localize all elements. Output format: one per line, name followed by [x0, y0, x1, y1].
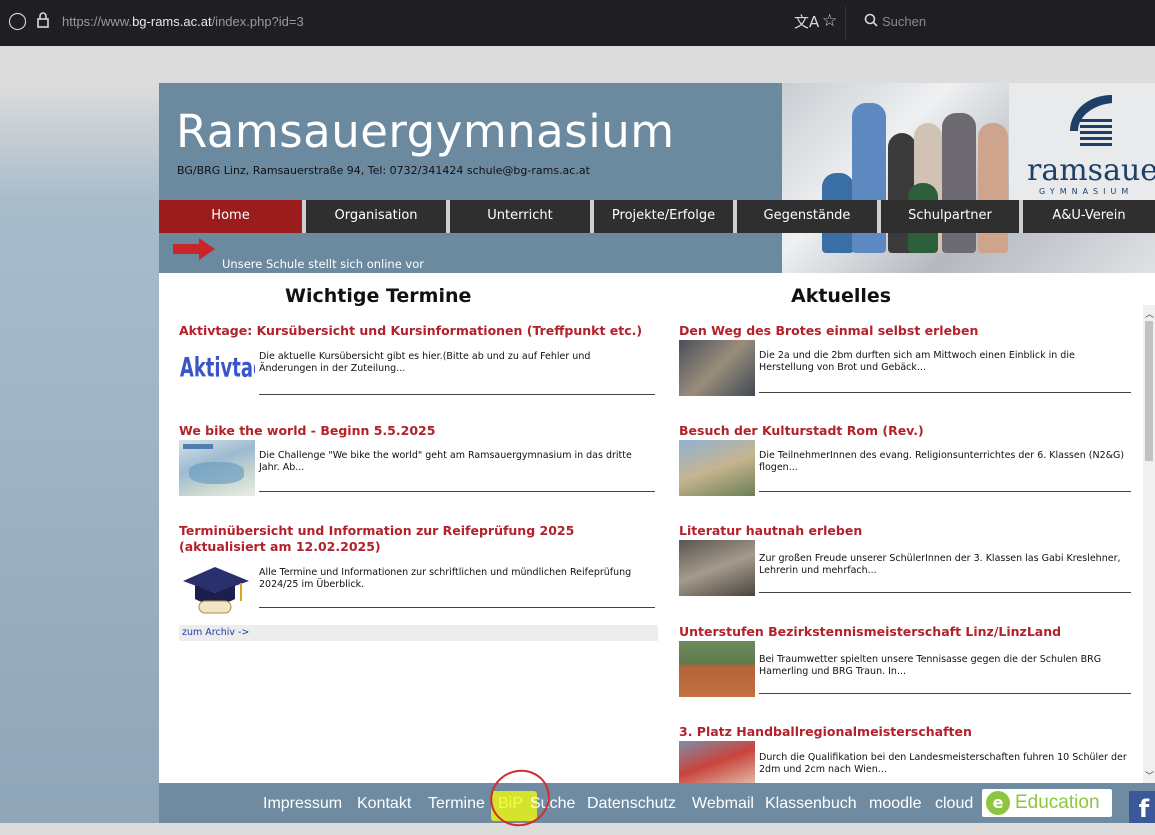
news-text: Die 2a und die 2bm durften sich am Mittw…	[759, 350, 1075, 373]
url-domain: bg-rams.ac.at	[132, 14, 212, 29]
url-path: /index.php?id=3	[211, 14, 304, 29]
news-thumbnail[interactable]	[679, 540, 755, 596]
logo-subtext: GYMNASIUM	[1039, 187, 1134, 196]
aktuelles-heading: Aktuelles	[791, 285, 892, 307]
news-title[interactable]: Den Weg des Brotes einmal selbst erleben	[679, 323, 1134, 339]
translate-icon[interactable]: 文A	[794, 11, 819, 32]
facebook-icon[interactable]: f	[1129, 791, 1155, 823]
news-title[interactable]: Unterstufen Bezirkstennismeisterschaft L…	[679, 624, 1134, 640]
graduation-cap-icon[interactable]	[179, 561, 255, 617]
footer-link-termine[interactable]: Termine	[428, 795, 485, 813]
education-label: Education	[1015, 792, 1100, 813]
url-prefix: https://www.	[62, 14, 133, 29]
nav-gegenstaende[interactable]: Gegenstände	[737, 200, 877, 233]
termin-thumbnail[interactable]: Aktivtage	[179, 347, 278, 403]
news-text: Die TeilnehmerInnen des evang. Religions…	[759, 450, 1125, 473]
news-thumbnail[interactable]	[679, 440, 755, 496]
news-text: Bei Traumwetter spielten unsere Tennisas…	[759, 654, 1102, 677]
search-input[interactable]: Suchen	[882, 14, 926, 29]
termine-heading: Wichtige Termine	[285, 285, 472, 307]
nav-schulpartner[interactable]: Schulpartner	[881, 200, 1019, 233]
site-title[interactable]: Ramsauergymnasium	[176, 105, 675, 158]
chevron-up-icon[interactable]: ︿	[1145, 307, 1154, 320]
school-logo[interactable]: ramsauer GYMNASIUM	[1009, 83, 1155, 203]
item-divider	[759, 693, 1131, 694]
footer-link-cloud[interactable]: cloud	[935, 795, 973, 813]
news-thumbnail[interactable]	[679, 741, 755, 783]
termin-title[interactable]: Terminübersicht und Information zur Reif…	[179, 523, 609, 555]
photo-person	[978, 123, 1008, 253]
item-divider	[759, 592, 1131, 593]
termin-text: Alle Termine und Informationen zur schri…	[259, 567, 632, 590]
education-badge[interactable]: e Education	[982, 789, 1112, 817]
site-contact: BG/BRG Linz, Ramsauerstraße 94, Tel: 073…	[177, 164, 590, 177]
news-item: Besuch der Kulturstadt Rom (Rev.) Die Te…	[679, 423, 1134, 503]
nav-au-verein[interactable]: A&U-Verein	[1023, 200, 1155, 233]
news-item: Den Weg des Brotes einmal selbst erleben…	[679, 323, 1134, 403]
news-title[interactable]: 3. Platz Handballregionalmeisterschaften	[679, 724, 1134, 740]
footer-link-klassenbuch[interactable]: Klassenbuch	[765, 795, 857, 813]
news-thumbnail[interactable]	[679, 641, 755, 697]
item-divider	[759, 491, 1131, 492]
item-divider	[759, 392, 1131, 393]
page-scrollbar[interactable]: ︿ ﹀	[1143, 305, 1155, 783]
nav-projekte[interactable]: Projekte/Erfolge	[594, 200, 733, 233]
termin-text: Die Challenge "We bike the world" geht a…	[259, 450, 632, 473]
scrollbar-thumb[interactable]	[1145, 321, 1153, 461]
chevron-down-icon[interactable]: ﹀	[1145, 769, 1154, 782]
news-title[interactable]: Besuch der Kulturstadt Rom (Rev.)	[679, 423, 1134, 439]
termin-item: Aktivtage: Kursübersicht und Kursinforma…	[179, 323, 655, 403]
tagline: Unsere Schule stellt sich online vor	[222, 257, 424, 271]
url-field[interactable]: https://www.bg-rams.ac.at/index.php?id=3	[62, 14, 304, 29]
archive-link[interactable]: zum Archiv ->	[179, 625, 658, 641]
education-logo-icon: e	[986, 791, 1010, 815]
site-footer: Impressum Kontakt Termine BiP Suche Date…	[159, 783, 1155, 823]
main-nav: Home Organisation Unterricht Projekte/Er…	[159, 200, 1155, 233]
footer-link-impressum[interactable]: Impressum	[263, 795, 342, 813]
bookmark-star-icon[interactable]: ☆	[822, 11, 837, 31]
nav-home[interactable]: Home	[159, 200, 302, 233]
lock-icon[interactable]	[36, 11, 50, 34]
nav-organisation[interactable]: Organisation	[306, 200, 446, 233]
item-divider	[259, 607, 655, 608]
news-title[interactable]: Literatur hautnah erleben	[679, 523, 1134, 539]
site-header: Ramsauergymnasium BG/BRG Linz, Ramsauers…	[159, 83, 1155, 273]
site-container: Ramsauergymnasium BG/BRG Linz, Ramsauers…	[159, 83, 1155, 823]
logo-text: ramsauer	[1027, 153, 1155, 188]
termin-item: Terminübersicht und Information zur Reif…	[179, 523, 655, 617]
termin-title[interactable]: Aktivtage: Kursübersicht und Kursinforma…	[179, 323, 655, 339]
footer-link-kontakt[interactable]: Kontakt	[357, 795, 411, 813]
footer-link-webmail[interactable]: Webmail	[692, 795, 754, 813]
termin-title[interactable]: We bike the world - Beginn 5.5.2025	[179, 423, 655, 439]
toolbar-separator	[845, 6, 846, 40]
news-item: Literatur hautnah erleben Zur großen Fre…	[679, 523, 1134, 603]
news-text: Zur großen Freude unserer SchülerInnen d…	[759, 553, 1121, 576]
nav-unterricht[interactable]: Unterricht	[450, 200, 590, 233]
thumb-label: Aktivtage	[180, 353, 255, 384]
news-thumbnail[interactable]	[679, 340, 755, 396]
news-item: Unterstufen Bezirkstennismeisterschaft L…	[679, 624, 1134, 704]
footer-link-moodle[interactable]: moodle	[869, 795, 921, 813]
arrow-right-icon	[173, 238, 215, 260]
search-icon	[864, 12, 878, 31]
browser-toolbar: ◯ https://www.bg-rams.ac.at/index.php?id…	[0, 0, 1155, 46]
termin-text: Die aktuelle Kursübersicht gibt es hier.…	[259, 351, 591, 374]
shield-icon[interactable]: ◯	[8, 11, 27, 31]
news-item: 3. Platz Handballregionalmeisterschaften…	[679, 724, 1134, 784]
termin-thumbnail[interactable]	[179, 440, 255, 496]
item-divider	[259, 491, 655, 492]
footer-link-datenschutz[interactable]: Datenschutz	[587, 795, 676, 813]
logo-mark-icon	[1070, 95, 1112, 146]
news-text: Durch die Qualifikation bei den Landesme…	[759, 752, 1127, 775]
termin-item: We bike the world - Beginn 5.5.2025 Die …	[179, 423, 655, 503]
item-divider	[259, 394, 655, 395]
